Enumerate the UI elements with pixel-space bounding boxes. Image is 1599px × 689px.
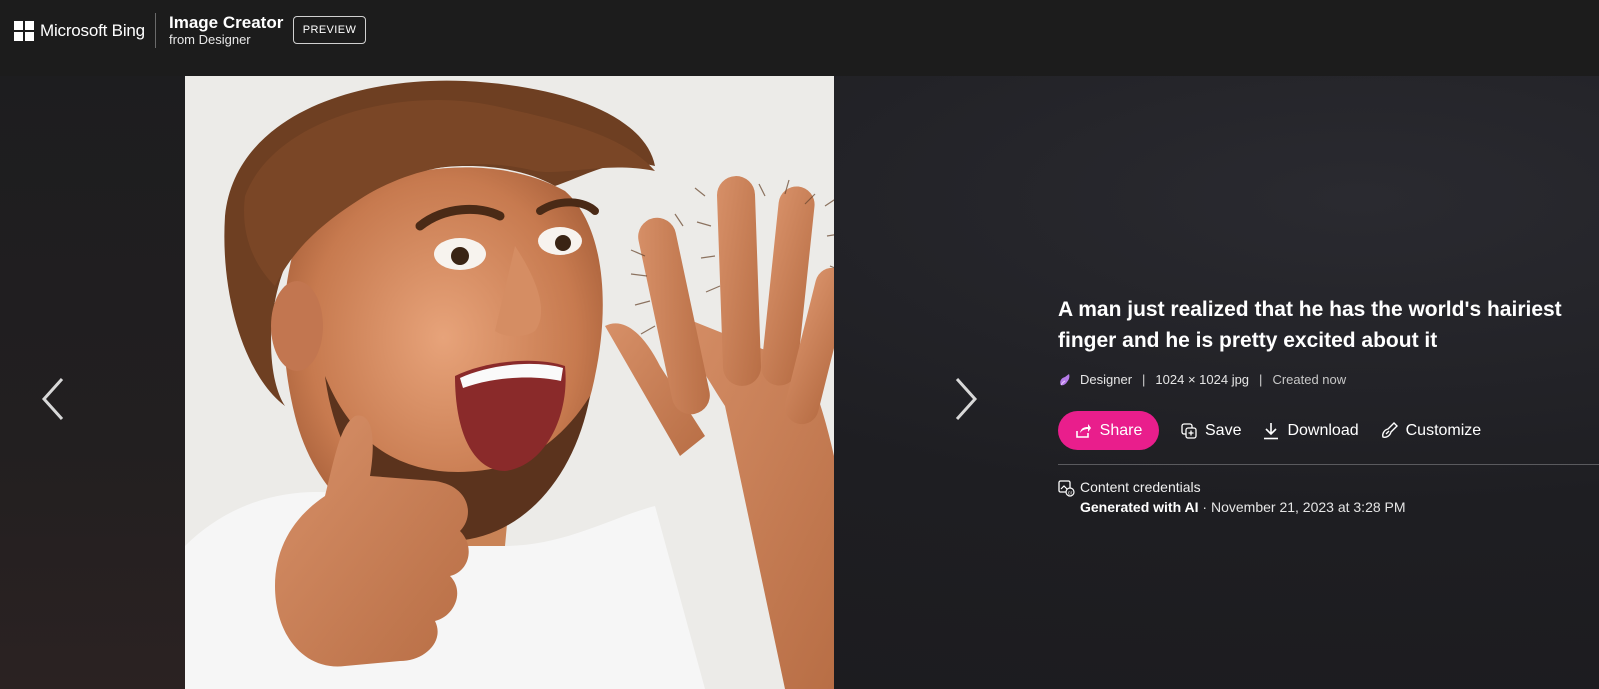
save-button[interactable]: Save	[1181, 422, 1241, 440]
image-dimensions: 1024 × 1024 jpg	[1155, 372, 1250, 387]
customize-button[interactable]: Customize	[1381, 421, 1482, 440]
top-bar: Microsoft Bing Image Creator from Design…	[0, 0, 1599, 76]
previous-image-button[interactable]	[33, 369, 73, 429]
chevron-left-icon	[41, 377, 64, 421]
content-credentials-icon: cr	[1058, 480, 1075, 497]
generated-with-ai-label: Generated with AI	[1080, 499, 1199, 515]
customize-icon	[1381, 422, 1398, 438]
customize-label: Customize	[1405, 421, 1482, 439]
content-credentials-title: Content credentials	[1080, 479, 1201, 495]
svg-text:cr: cr	[1068, 490, 1073, 496]
header-divider	[155, 13, 156, 48]
microsoft-logo-icon	[14, 21, 34, 41]
share-icon	[1075, 424, 1091, 438]
image-details-panel: A man just realized that he has the worl…	[1058, 76, 1599, 689]
designer-icon	[1060, 373, 1070, 385]
share-button[interactable]: Share	[1058, 411, 1159, 450]
image-meta: Designer | 1024 × 1024 jpg | Created now	[1058, 372, 1346, 387]
created-time: Created now	[1272, 372, 1347, 387]
download-icon	[1264, 422, 1279, 439]
meta-separator: |	[1142, 372, 1146, 387]
credentials-separator: ·	[1198, 499, 1211, 515]
generated-date: November 21, 2023 at 3:28 PM	[1210, 499, 1406, 515]
brand-name: Microsoft Bing	[40, 21, 145, 40]
app-title[interactable]: Image Creator	[169, 13, 283, 33]
download-button[interactable]: Download	[1263, 421, 1359, 440]
microsoft-bing-logo[interactable]: Microsoft Bing	[14, 21, 145, 41]
save-label: Save	[1205, 421, 1242, 439]
chevron-right-icon	[955, 377, 978, 421]
preview-badge[interactable]: PREVIEW	[293, 16, 366, 44]
image-viewer: A man just realized that he has the worl…	[0, 76, 1599, 689]
generated-image[interactable]	[185, 76, 834, 689]
share-label: Share	[1099, 421, 1143, 439]
section-divider	[1058, 464, 1599, 465]
download-label: Download	[1287, 421, 1359, 439]
next-image-button[interactable]	[946, 369, 986, 429]
generated-image-illustration	[185, 76, 834, 689]
content-credentials-detail: Generated with AI · November 21, 2023 at…	[1080, 499, 1406, 515]
image-prompt-caption: A man just realized that he has the worl…	[1058, 298, 1562, 352]
designer-label[interactable]: Designer	[1080, 372, 1132, 387]
app-subtitle: from Designer	[169, 32, 251, 47]
save-icon	[1181, 422, 1197, 439]
action-bar: Share Save Download Customize	[1058, 411, 1481, 450]
meta-separator: |	[1259, 372, 1263, 387]
